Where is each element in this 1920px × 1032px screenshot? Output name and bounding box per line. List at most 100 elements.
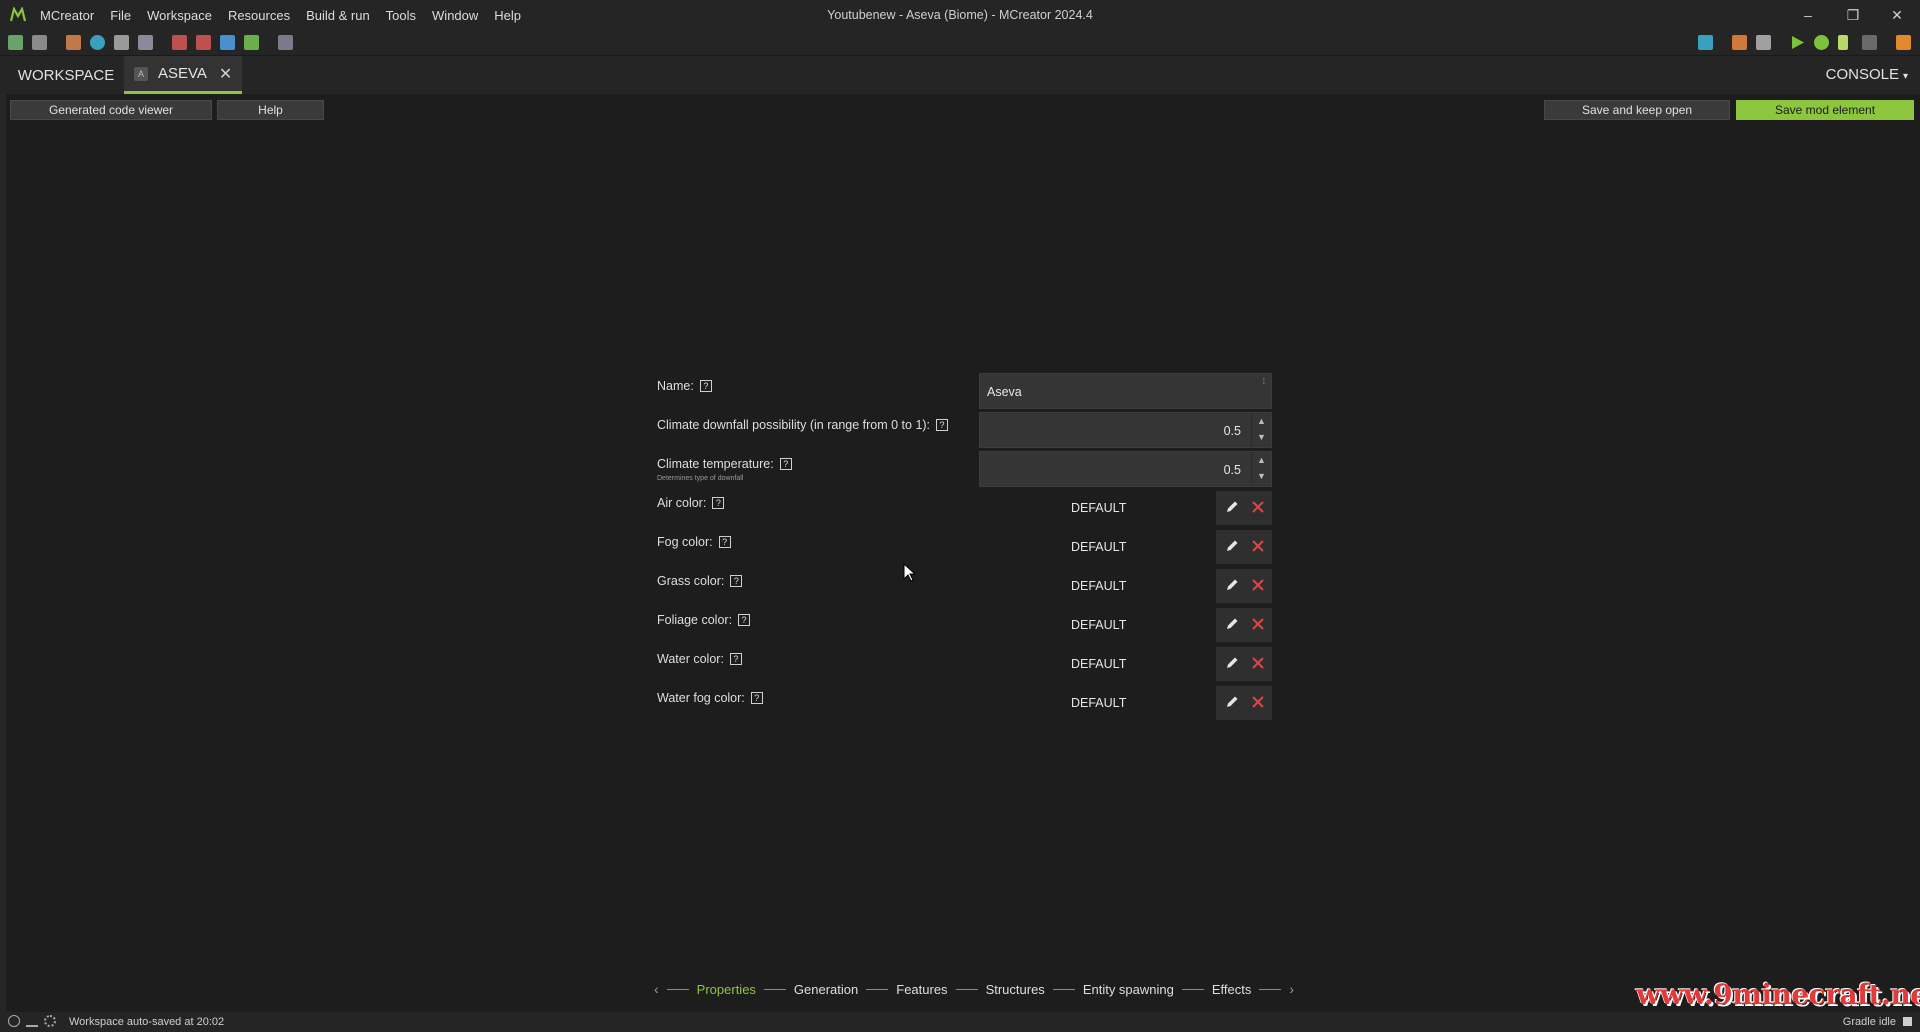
fog-color-selector: DEFAULT bbox=[979, 530, 1272, 564]
model-icon[interactable] bbox=[172, 35, 187, 50]
settings-gear-icon[interactable] bbox=[44, 1015, 56, 1027]
color-actions bbox=[1216, 608, 1272, 642]
grid-icon[interactable] bbox=[244, 35, 259, 50]
stop-icon[interactable] bbox=[1862, 35, 1877, 50]
menu-help[interactable]: Help bbox=[494, 8, 521, 23]
pencil-icon[interactable] bbox=[1224, 616, 1240, 632]
grass-color-selector: DEFAULT bbox=[979, 569, 1272, 603]
water-fog-color-value: DEFAULT bbox=[1071, 696, 1127, 710]
name-label-text: Name: bbox=[657, 379, 694, 393]
color-actions bbox=[1216, 491, 1272, 525]
tab-aseva[interactable]: A ASEVA ✕ bbox=[124, 56, 242, 94]
toolbar bbox=[0, 30, 1920, 56]
save-icon[interactable] bbox=[138, 35, 153, 50]
nav-structures[interactable]: Structures bbox=[986, 982, 1045, 997]
nav-features[interactable]: Features bbox=[896, 982, 947, 997]
save-and-keep-open-button[interactable]: Save and keep open bbox=[1544, 100, 1730, 120]
name-field[interactable]: Aseva ⁞ bbox=[979, 373, 1272, 409]
menu-build-run[interactable]: Build & run bbox=[306, 8, 370, 23]
menu-resources[interactable]: Resources bbox=[228, 8, 290, 23]
menu-workspace[interactable]: Workspace bbox=[147, 8, 212, 23]
next-page-arrow[interactable]: › bbox=[1289, 981, 1294, 997]
color-actions bbox=[1216, 686, 1272, 720]
downfall-value: 0.5 bbox=[1223, 424, 1241, 438]
remove-x-icon[interactable] bbox=[1250, 577, 1266, 593]
variables-icon[interactable] bbox=[278, 35, 293, 50]
textures-icon[interactable] bbox=[32, 35, 47, 50]
export-icon[interactable] bbox=[114, 35, 129, 50]
import-icon[interactable] bbox=[66, 35, 81, 50]
help-icon[interactable]: ? bbox=[729, 653, 742, 665]
run-client-icon[interactable] bbox=[1838, 35, 1848, 50]
downfall-label-text: Climate downfall possibility (in range f… bbox=[657, 418, 931, 432]
refresh-icon[interactable] bbox=[90, 35, 105, 50]
help-icon[interactable]: ? bbox=[738, 614, 751, 626]
water-color-label-text: Water color: bbox=[657, 652, 724, 666]
remove-x-icon[interactable] bbox=[1250, 616, 1266, 632]
export-mod-icon[interactable] bbox=[1896, 35, 1911, 50]
share-icon[interactable] bbox=[26, 1015, 38, 1027]
spinner-arrows[interactable]: ▲ ▼ bbox=[1251, 413, 1271, 447]
help-icon[interactable]: ? bbox=[936, 419, 949, 431]
blocks-icon[interactable] bbox=[220, 35, 235, 50]
help-button[interactable]: Help bbox=[217, 100, 324, 120]
air-color-label: Air color:? bbox=[657, 496, 725, 510]
help-icon[interactable]: ? bbox=[712, 497, 725, 509]
restore-button[interactable]: ❐ bbox=[1840, 4, 1866, 26]
nav-generation[interactable]: Generation bbox=[794, 982, 858, 997]
menu-mcreator[interactable]: MCreator bbox=[40, 8, 94, 23]
close-window-button[interactable]: ✕ bbox=[1884, 4, 1910, 26]
help-icon[interactable]: ? bbox=[699, 380, 712, 392]
nav-entity-spawning[interactable]: Entity spawning bbox=[1083, 982, 1174, 997]
spinner-arrows[interactable]: ▲ ▼ bbox=[1251, 452, 1271, 486]
tab-workspace[interactable]: WORKSPACE bbox=[8, 56, 124, 94]
color-actions bbox=[1216, 530, 1272, 564]
menu-file[interactable]: File bbox=[110, 8, 131, 23]
pencil-icon[interactable] bbox=[1224, 655, 1240, 671]
help-icon[interactable]: ? bbox=[779, 458, 792, 470]
remove-x-icon[interactable] bbox=[1250, 694, 1266, 710]
close-tab-icon[interactable]: ✕ bbox=[219, 64, 232, 84]
prev-page-arrow[interactable]: ‹ bbox=[654, 981, 659, 997]
run-icon[interactable] bbox=[1790, 35, 1805, 50]
pencil-icon[interactable] bbox=[1224, 577, 1240, 593]
generated-code-viewer-button[interactable]: Generated code viewer bbox=[10, 100, 212, 120]
debug-icon[interactable] bbox=[1814, 35, 1829, 50]
gradle-stop-icon[interactable] bbox=[1903, 1017, 1912, 1026]
status-message: Workspace auto-saved at 20:02 bbox=[69, 1016, 225, 1028]
downfall-spinner[interactable]: 0.5 ▲ ▼ bbox=[979, 412, 1272, 448]
workspace-icon[interactable] bbox=[8, 35, 23, 50]
help-icon[interactable]: ? bbox=[730, 575, 743, 587]
temperature-value: 0.5 bbox=[1223, 463, 1241, 477]
folder-icon[interactable] bbox=[1698, 35, 1713, 50]
tab-workspace-label: WORKSPACE bbox=[17, 66, 115, 84]
minimize-button[interactable]: – bbox=[1795, 4, 1821, 26]
left-panel-handle[interactable] bbox=[0, 94, 6, 1012]
nav-effects[interactable]: Effects bbox=[1212, 982, 1252, 997]
hammer-icon[interactable] bbox=[1756, 35, 1771, 50]
structure-icon[interactable] bbox=[196, 35, 211, 50]
water-fog-color-label-text: Water fog color: bbox=[657, 691, 745, 705]
tab-aseva-label: ASEVA bbox=[158, 65, 207, 82]
temperature-spinner[interactable]: 0.5 ▲ ▼ bbox=[979, 451, 1272, 487]
pencil-icon[interactable] bbox=[1224, 694, 1240, 710]
foliage-color-label-text: Foliage color: bbox=[657, 613, 733, 627]
biome-element-icon: A bbox=[134, 66, 148, 81]
pencil-icon[interactable] bbox=[1224, 538, 1240, 554]
save-mod-element-button[interactable]: Save mod element bbox=[1736, 100, 1914, 120]
water-fog-color-selector: DEFAULT bbox=[979, 686, 1272, 720]
info-icon[interactable] bbox=[8, 1015, 20, 1027]
remove-x-icon[interactable] bbox=[1250, 499, 1266, 515]
tab-console[interactable]: CONSOLE ▾ bbox=[1826, 66, 1908, 83]
remove-x-icon[interactable] bbox=[1250, 538, 1266, 554]
menu-window[interactable]: Window bbox=[432, 8, 478, 23]
help-icon[interactable]: ? bbox=[718, 536, 731, 548]
help-icon[interactable]: ? bbox=[750, 692, 763, 704]
color-actions bbox=[1216, 569, 1272, 603]
menu-tools[interactable]: Tools bbox=[386, 8, 416, 23]
remove-x-icon[interactable] bbox=[1250, 655, 1266, 671]
water-color-selector: DEFAULT bbox=[979, 647, 1272, 681]
brush-icon[interactable] bbox=[1732, 35, 1747, 50]
nav-properties[interactable]: Properties bbox=[697, 982, 756, 997]
pencil-icon[interactable] bbox=[1224, 499, 1240, 515]
